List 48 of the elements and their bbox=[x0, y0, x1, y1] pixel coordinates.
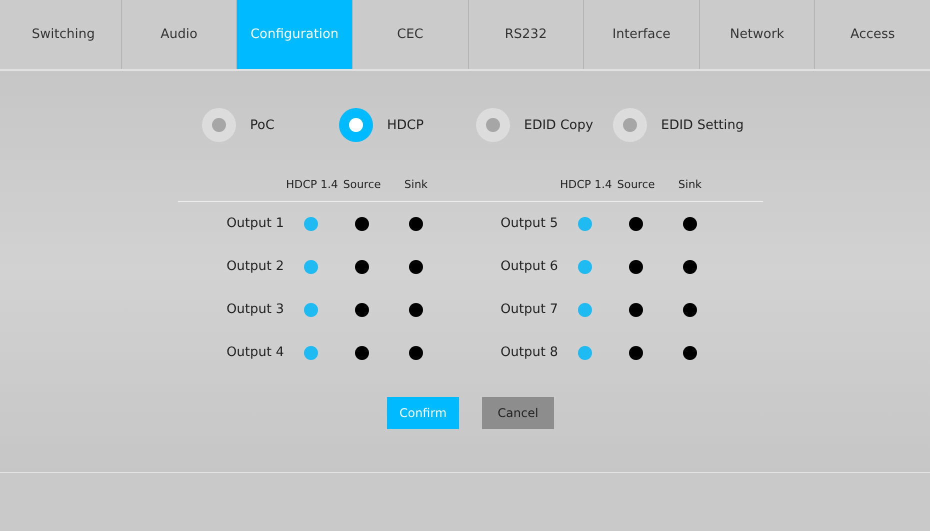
radio-button[interactable] bbox=[202, 108, 236, 142]
option-dot[interactable] bbox=[629, 346, 643, 360]
radio-button[interactable] bbox=[613, 108, 647, 142]
column-header: Source bbox=[616, 178, 656, 191]
option-dot[interactable] bbox=[683, 346, 697, 360]
column-header: HDCP 1.4 bbox=[285, 178, 338, 191]
output-label: Output 4 bbox=[225, 344, 284, 362]
option-dot[interactable] bbox=[578, 217, 592, 231]
option-dot[interactable] bbox=[355, 303, 369, 317]
output-label: Output 7 bbox=[499, 301, 558, 319]
option-dot[interactable] bbox=[355, 217, 369, 231]
output-label: Output 8 bbox=[499, 344, 558, 362]
option-dot[interactable] bbox=[629, 217, 643, 231]
radio-button[interactable] bbox=[339, 108, 373, 142]
option-dot[interactable] bbox=[304, 217, 318, 231]
column-header: Sink bbox=[677, 178, 703, 191]
nav-tab[interactable]: Access bbox=[815, 0, 930, 69]
option-dot[interactable] bbox=[629, 303, 643, 317]
option-dot[interactable] bbox=[683, 303, 697, 317]
option-dot[interactable] bbox=[578, 260, 592, 274]
output-label: Output 1 bbox=[225, 215, 284, 233]
column-header: HDCP 1.4 bbox=[559, 178, 612, 191]
option-dot[interactable] bbox=[304, 260, 318, 274]
option-dot[interactable] bbox=[578, 346, 592, 360]
option-dot[interactable] bbox=[578, 303, 592, 317]
radio-label: PoC bbox=[250, 118, 274, 132]
output-label: Output 6 bbox=[499, 258, 558, 276]
cancel-button[interactable]: Cancel bbox=[482, 397, 554, 429]
option-dot[interactable] bbox=[683, 260, 697, 274]
column-header: Sink bbox=[403, 178, 429, 191]
radio-label: EDID Setting bbox=[661, 118, 744, 132]
option-dot[interactable] bbox=[409, 346, 423, 360]
output-label: Output 2 bbox=[225, 258, 284, 276]
output-label: Output 5 bbox=[499, 215, 558, 233]
option-dot[interactable] bbox=[304, 346, 318, 360]
radio-label: HDCP bbox=[387, 118, 424, 132]
option-dot[interactable] bbox=[304, 303, 318, 317]
option-dot[interactable] bbox=[409, 303, 423, 317]
output-label: Output 3 bbox=[225, 301, 284, 319]
option-dot[interactable] bbox=[683, 217, 697, 231]
option-dot[interactable] bbox=[355, 346, 369, 360]
column-header: Source bbox=[342, 178, 382, 191]
radio-button[interactable] bbox=[476, 108, 510, 142]
option-dot[interactable] bbox=[355, 260, 369, 274]
radio-label: EDID Copy bbox=[524, 118, 594, 132]
option-dot[interactable] bbox=[629, 260, 643, 274]
option-dot[interactable] bbox=[409, 217, 423, 231]
option-dot[interactable] bbox=[409, 260, 423, 274]
